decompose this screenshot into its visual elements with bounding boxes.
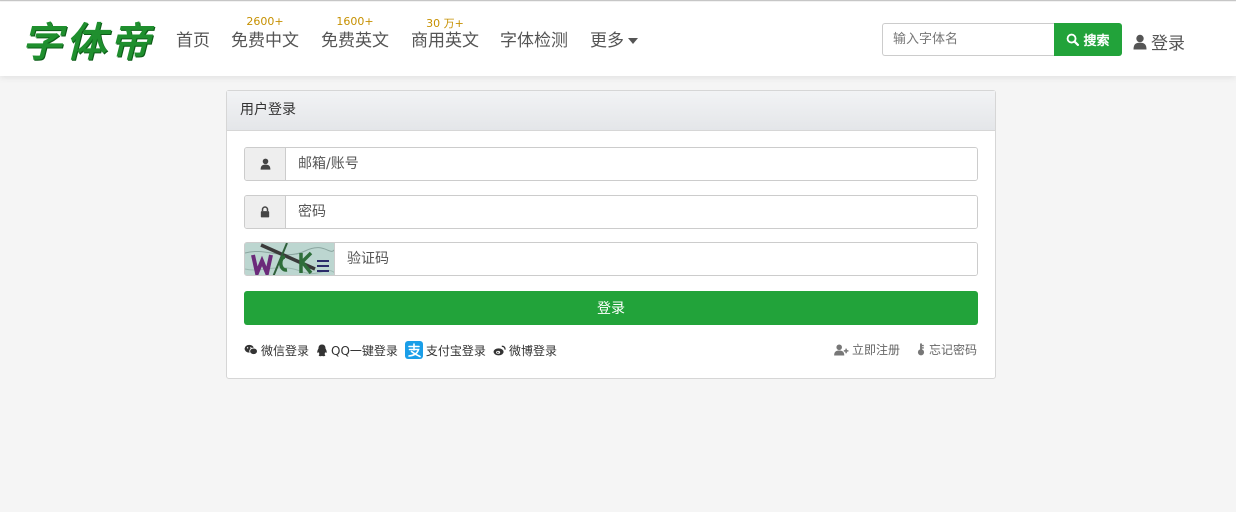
nav-item-more[interactable]: 更多 xyxy=(590,26,638,51)
alipay-login-label: 支付宝登录 xyxy=(425,343,486,358)
search-input[interactable] xyxy=(882,23,1054,56)
nav-item-home[interactable]: 首页 xyxy=(176,26,210,51)
add-user-icon xyxy=(834,343,849,356)
account-addon xyxy=(245,148,286,180)
weibo-icon xyxy=(493,345,506,355)
nav-item-label: 免费英文 xyxy=(321,31,389,51)
nav-item-label: 更多 xyxy=(590,31,624,51)
nav-item-label: 字体检测 xyxy=(500,31,568,51)
qq-login-link[interactable]: QQ一键登录 xyxy=(316,342,398,359)
logo-text: 字体帝 xyxy=(22,19,154,66)
password-field[interactable] xyxy=(286,196,977,228)
header-login-label: 登录 xyxy=(1151,34,1185,54)
login-panel: 用户登录 邮箱/账号 验证码 登录 微信登录 QQ一键登录 支付宝登录 微博登录… xyxy=(226,90,996,379)
lock-icon xyxy=(260,206,270,218)
password-addon xyxy=(245,196,286,228)
alipay-icon xyxy=(404,341,423,359)
account-field[interactable] xyxy=(286,148,977,180)
forgot-password-link[interactable]: 忘记密码 xyxy=(916,341,977,358)
account-links: 立即注册 忘记密码 xyxy=(818,341,977,358)
captcha-input-group xyxy=(244,242,978,276)
nav-item-free-chinese[interactable]: 2600+ 免费中文 xyxy=(231,15,299,51)
search-button[interactable]: 搜索 xyxy=(1054,23,1122,56)
qq-login-label: QQ一键登录 xyxy=(331,343,398,358)
register-link[interactable]: 立即注册 xyxy=(834,341,900,358)
captcha-field[interactable] xyxy=(335,243,977,275)
wechat-login-label: 微信登录 xyxy=(261,343,310,358)
captcha-image[interactable] xyxy=(245,243,335,275)
user-icon xyxy=(1133,34,1147,49)
qq-icon xyxy=(317,343,327,356)
nav-item-commercial-english[interactable]: 30 万+ 商用英文 xyxy=(411,17,479,51)
social-login-list: 微信登录 QQ一键登录 支付宝登录 微博登录 xyxy=(244,341,564,359)
nav-item-label: 商用英文 xyxy=(411,31,479,51)
nav-badge: 1600+ xyxy=(336,15,374,28)
navbar: 字体帝 首页 2600+ 免费中文 1600+ 免费英文 30 万+ 商用英文 … xyxy=(0,2,1236,76)
header-login-link[interactable]: 登录 xyxy=(1133,29,1185,54)
wechat-login-link[interactable]: 微信登录 xyxy=(244,342,309,359)
wechat-icon xyxy=(244,344,258,355)
weibo-login-label: 微博登录 xyxy=(508,343,557,358)
password-input-group xyxy=(244,195,978,229)
alipay-login-link[interactable]: 支付宝登录 xyxy=(404,341,486,359)
panel-title: 用户登录 xyxy=(227,91,995,131)
chevron-down-icon xyxy=(628,38,638,44)
nav-badge: 2600+ xyxy=(246,15,284,28)
site-logo[interactable]: 字体帝 xyxy=(22,14,154,66)
account-input-group xyxy=(244,147,978,181)
nav-item-label: 首页 xyxy=(176,31,210,51)
nav-badge: 30 万+ xyxy=(426,17,464,30)
key-icon xyxy=(917,343,925,356)
nav-item-font-detect[interactable]: 字体检测 xyxy=(500,26,568,51)
search-icon xyxy=(1067,33,1080,46)
forgot-password-label: 忘记密码 xyxy=(928,343,977,357)
weibo-login-link[interactable]: 微博登录 xyxy=(493,342,557,359)
nav-item-free-english[interactable]: 1600+ 免费英文 xyxy=(321,15,389,51)
nav-item-label: 免费中文 xyxy=(231,31,299,51)
user-icon xyxy=(260,158,270,170)
login-submit-button[interactable]: 登录 xyxy=(244,291,978,325)
search-button-label: 搜索 xyxy=(1083,34,1110,49)
captcha-graphic xyxy=(245,243,334,275)
register-label: 立即注册 xyxy=(851,343,900,357)
